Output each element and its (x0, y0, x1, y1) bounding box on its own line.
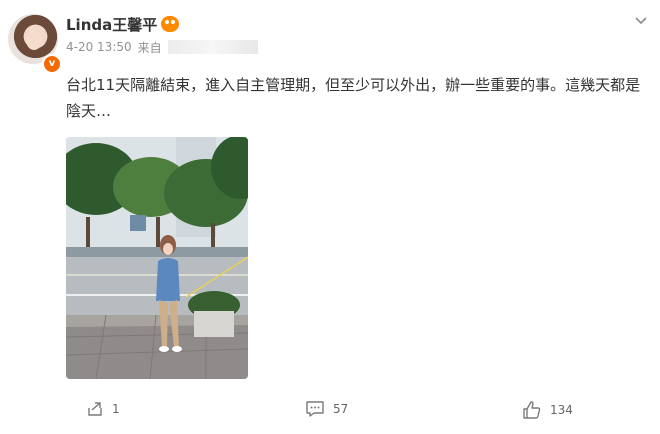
author-name[interactable]: Linda王馨平 (66, 14, 157, 35)
like-count: 134 (550, 403, 573, 417)
author-row: Linda王馨平 (66, 14, 180, 35)
post-image[interactable] (66, 137, 248, 379)
share-icon (88, 402, 102, 416)
member-crown-icon[interactable] (161, 16, 180, 32)
verified-badge-icon: v (42, 54, 62, 74)
thumbs-up-icon (523, 401, 541, 419)
share-button[interactable]: 1 (86, 400, 120, 418)
avatar-container[interactable]: v (6, 14, 62, 74)
post-source-label: 来自 (137, 40, 162, 55)
share-count: 1 (112, 402, 120, 416)
comment-icon (306, 401, 324, 417)
comment-count: 57 (333, 402, 349, 416)
like-button[interactable]: 134 (522, 400, 573, 420)
chevron-down-icon[interactable] (634, 14, 648, 28)
post-source-redacted (167, 40, 258, 54)
post-time[interactable]: 4-20 13:50 (66, 40, 132, 54)
comment-button[interactable]: 57 (305, 400, 348, 418)
post-meta: 4-20 13:50 来自 (66, 39, 258, 55)
post-text: 台北11天隔離結束，進入自主管理期，但至少可以外出，辦一些重要的事。這幾天都是陰… (66, 76, 641, 120)
